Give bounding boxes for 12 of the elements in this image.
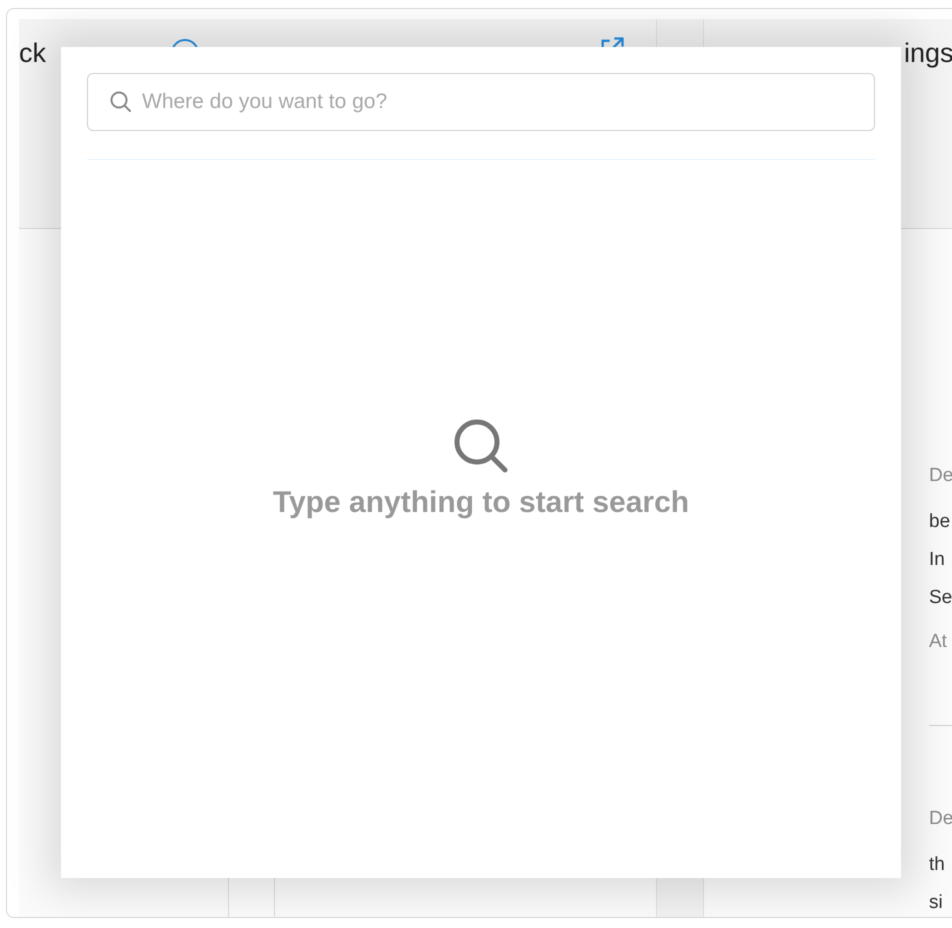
panel-title: ck <box>19 37 46 70</box>
body-text: th <box>929 853 946 877</box>
body-text: In <box>929 548 946 572</box>
field-label: De <box>929 807 952 831</box>
field-label: De <box>929 464 952 488</box>
field-label: At <box>929 630 948 654</box>
search-field[interactable]: Where do you want to go? <box>87 73 875 131</box>
body-text: Se <box>929 586 952 610</box>
search-icon <box>109 90 133 114</box>
empty-state-message: Type anything to start search <box>272 486 690 520</box>
body-text: si <box>929 891 944 915</box>
body-text: be <box>929 510 952 534</box>
